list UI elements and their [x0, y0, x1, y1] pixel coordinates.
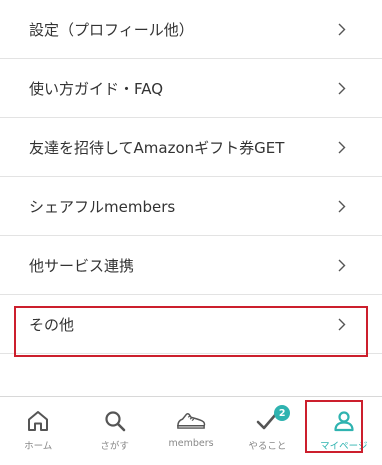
home-icon — [23, 408, 53, 434]
tab-label: さがす — [100, 441, 129, 452]
tab-label: やること — [248, 441, 287, 452]
chevron-right-icon — [336, 81, 348, 95]
menu-item-shareful-members[interactable]: シェアフルmembers — [0, 177, 382, 236]
tab-home[interactable]: ホーム — [0, 397, 76, 465]
menu-item-label: 使い方ガイド・FAQ — [29, 79, 164, 98]
menu-item-service-integration[interactable]: 他サービス連携 — [0, 236, 382, 295]
menu-item-other[interactable]: その他 — [0, 295, 382, 354]
chevron-right-icon — [336, 258, 348, 272]
mypage-menu-list: 設定（プロフィール他） 使い方ガイド・FAQ 友達を招待してAmazonギフト券… — [0, 0, 382, 354]
chevron-right-icon — [336, 140, 348, 154]
search-icon — [100, 408, 130, 434]
menu-item-guide-faq[interactable]: 使い方ガイド・FAQ — [0, 59, 382, 118]
menu-item-invite-friends[interactable]: 友達を招待してAmazonギフト券GET — [0, 118, 382, 177]
tab-mypage[interactable]: マイページ — [306, 397, 382, 465]
user-icon — [329, 408, 359, 434]
menu-item-label: 設定（プロフィール他） — [29, 20, 194, 39]
bottom-tab-bar: ホーム さがす members 2 やること マイページ — [0, 396, 382, 465]
menu-item-settings[interactable]: 設定（プロフィール他） — [0, 0, 382, 59]
tab-label: マイページ — [320, 441, 368, 452]
menu-item-label: シェアフルmembers — [29, 197, 176, 216]
menu-item-label: 友達を招待してAmazonギフト券GET — [29, 138, 285, 157]
tab-search[interactable]: さがす — [76, 397, 152, 465]
tab-label: ホーム — [24, 441, 53, 452]
menu-item-label: 他サービス連携 — [29, 256, 135, 275]
tab-label: members — [168, 438, 214, 449]
tab-todo[interactable]: 2 やること — [229, 397, 305, 465]
menu-item-label: その他 — [29, 315, 75, 334]
sneaker-icon — [176, 408, 206, 434]
chevron-right-icon — [336, 317, 348, 331]
chevron-right-icon — [336, 199, 348, 213]
notification-badge: 2 — [274, 405, 291, 421]
chevron-right-icon — [336, 22, 348, 36]
tab-members[interactable]: members — [153, 397, 229, 465]
